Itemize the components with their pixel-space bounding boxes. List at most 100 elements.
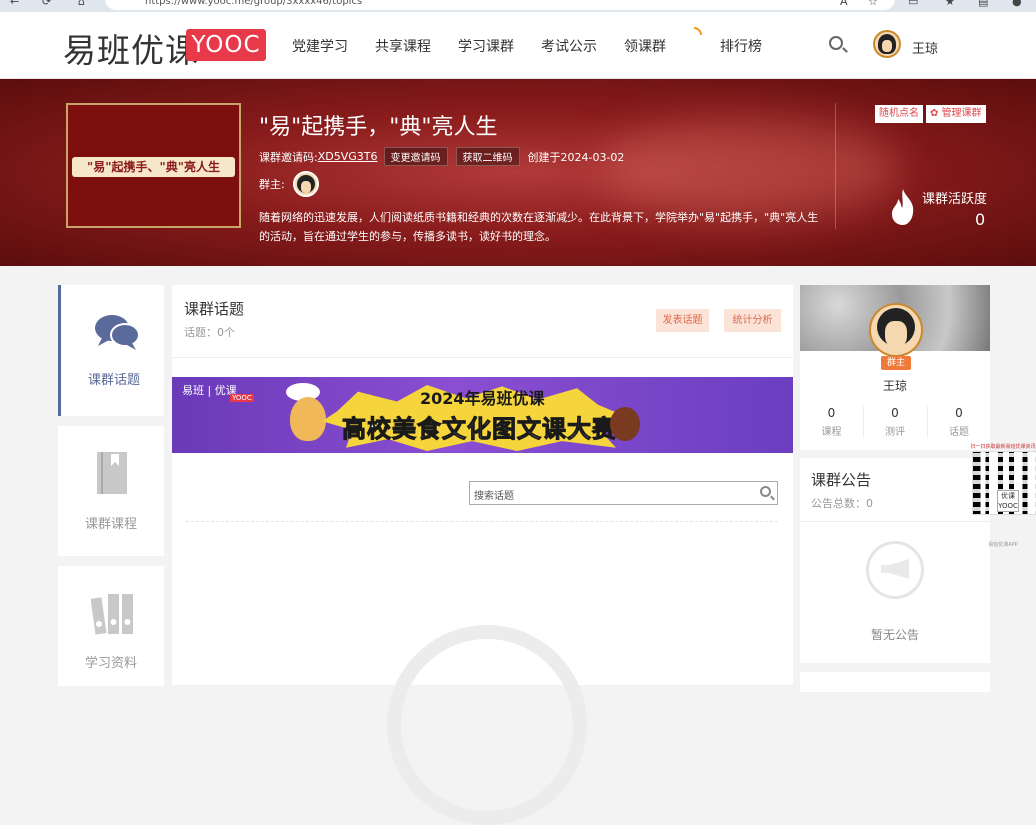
stat-topics[interactable]: 0 话题 xyxy=(927,406,990,438)
avatar[interactable] xyxy=(869,303,923,357)
promo-banner[interactable]: 易班 | 优课 YOOC 2024年易班优课 高校美食文化图文课大赛 xyxy=(172,377,793,453)
invite-code-label: 课群邀请码: xyxy=(259,150,318,164)
next-card xyxy=(800,672,990,692)
group-title: "易"起携手，"典"亮人生 xyxy=(259,115,498,140)
sidebar-item-label: 学习资料 xyxy=(84,656,137,671)
stat-label: 话题 xyxy=(949,427,969,438)
group-description: 随着网络的迅速发展，人们阅读纸质书籍和经典的次数在逐渐减少。在此背景下，学院举办… xyxy=(259,211,819,243)
favorite-icon[interactable]: ☆ xyxy=(868,0,878,8)
announcement-title: 课群公告 xyxy=(811,471,872,489)
menu-item-shared-courses[interactable]: 共享课程 xyxy=(375,36,431,56)
qr-code-image: 优课 YOOC xyxy=(972,451,1036,516)
bear-illustration xyxy=(290,397,326,441)
topic-count: 话题：0个 xyxy=(184,326,235,339)
kid-illustration xyxy=(610,407,640,441)
home-icon[interactable]: ⌂ xyxy=(78,0,85,8)
qr-caption-bottom: 易班优课APP xyxy=(988,542,1018,548)
promo-logo-sub: YOOC xyxy=(230,394,254,402)
menu-item-study-groups[interactable]: 学习课群 xyxy=(458,36,514,56)
profile-name[interactable]: 王琼 xyxy=(800,377,990,394)
group-banner: "易"起携手、"典"亮人生 "易"起携手，"典"亮人生 课群邀请码: XD5VG… xyxy=(0,79,1036,266)
random-roll-call-button[interactable]: 随机点名 xyxy=(875,105,923,123)
sidebar-item-label: 课群课程 xyxy=(84,517,137,532)
avatar[interactable] xyxy=(873,30,901,58)
flame-icon xyxy=(892,189,914,225)
banner-divider xyxy=(835,103,836,229)
browser-toolbar: ← ⟳ ⌂ https://www.yooc.me/group/3xxxx46/… xyxy=(0,0,1036,12)
change-invite-code-button[interactable]: 变更邀请码 xyxy=(383,147,448,166)
announcement-card: 课群公告 公告总数：0 暂无公告 xyxy=(800,458,990,663)
stat-label: 测评 xyxy=(885,427,905,438)
owner-badge: 群主 xyxy=(881,356,911,370)
sidebar-item-courses[interactable]: 课群课程 xyxy=(58,426,164,556)
group-meta: 课群邀请码: XD5VG3T6 变更邀请码 获取二维码 创建于2024-03-0… xyxy=(259,147,624,166)
topics-panel: 课群话题 话题：0个 发表话题 统计分析 易班 | 优课 YOOC 2024年易… xyxy=(172,285,793,825)
search-icon[interactable] xyxy=(829,36,843,50)
header-user-name[interactable]: 王琼 xyxy=(912,38,938,57)
back-icon[interactable]: ← xyxy=(10,0,19,8)
qr-center-logo: 优课 YOOC xyxy=(997,490,1019,512)
page-title: 课群话题 xyxy=(184,300,245,318)
site-logo-text[interactable]: 易班优课 xyxy=(63,24,199,72)
group-cover-text: "易"起携手、"典"亮人生 xyxy=(72,157,235,177)
menu-item-party-study[interactable]: 党建学习 xyxy=(292,36,348,56)
created-date: 创建于2024-03-02 xyxy=(527,150,625,164)
promo-title-line1: 2024年易班优课 xyxy=(420,389,545,408)
menu-item-claim-group[interactable]: 领课群 xyxy=(624,26,702,56)
statistics-button[interactable]: 统计分析 xyxy=(724,309,781,332)
site-logo-badge[interactable]: YOOC xyxy=(186,29,266,61)
announcement-empty-text: 暂无公告 xyxy=(870,628,919,642)
favorites-bar-icon[interactable]: ★ xyxy=(945,0,955,8)
announcement-count: 公告总数：0 xyxy=(811,497,873,510)
binders-icon xyxy=(91,594,133,635)
menu-item-exam-notice[interactable]: 考试公示 xyxy=(541,36,597,56)
divider xyxy=(172,357,793,358)
stat-courses[interactable]: 0 课程 xyxy=(800,406,863,438)
divider xyxy=(186,521,778,522)
stat-value: 0 xyxy=(891,406,899,420)
menu-item-ranking[interactable]: 排行榜 xyxy=(720,36,762,56)
search-icon[interactable] xyxy=(760,486,771,497)
empty-state-icon xyxy=(387,625,587,825)
promo-title-line2: 高校美食文化图文课大赛 xyxy=(342,415,617,444)
get-qr-code-button[interactable]: 获取二维码 xyxy=(455,147,520,166)
reload-icon[interactable]: ⟳ xyxy=(42,0,51,8)
group-cover-image: "易"起携手、"典"亮人生 xyxy=(66,103,241,228)
chat-bubbles-icon xyxy=(95,315,140,350)
promo-logo: 易班 | 优课 xyxy=(182,384,237,397)
address-bar[interactable]: https://www.yooc.me/group/3xxxx46/topics xyxy=(105,0,895,10)
stat-value: 0 xyxy=(955,406,963,420)
search-placeholder: 搜索话题 xyxy=(474,491,514,502)
gear-icon: ✿ xyxy=(930,108,942,119)
activity-label: 课群活跃度 xyxy=(922,192,988,207)
site-header: 易班优课 YOOC 党建学习 共享课程 学习课群 考试公示 领课群 排行榜 王琼 xyxy=(0,12,1036,79)
owner-profile-card: 群主 王琼 0 课程 0 测评 0 话题 xyxy=(800,285,990,450)
search-input[interactable]: 搜索话题 xyxy=(469,481,778,505)
invite-code[interactable]: XD5VG3T6 xyxy=(318,150,378,163)
post-topic-button[interactable]: 发表话题 xyxy=(656,309,709,332)
stat-evaluations[interactable]: 0 测评 xyxy=(863,406,926,438)
profile-icon[interactable]: ● xyxy=(1012,0,1022,8)
manage-group-button[interactable]: ✿ 管理课群 xyxy=(926,105,986,123)
manage-group-label: 管理课群 xyxy=(941,108,982,119)
qr-caption-top: 扫一扫获取最新易班优课资讯 xyxy=(970,444,1036,450)
owner-label: 群主: xyxy=(259,178,285,191)
rss-icon xyxy=(694,26,702,35)
translate-icon[interactable]: A xyxy=(840,0,848,8)
main-menu: 党建学习 共享课程 学习课群 考试公示 领课群 排行榜 xyxy=(292,12,789,79)
divider xyxy=(800,521,990,522)
banner-glow xyxy=(600,119,900,219)
stat-value: 0 xyxy=(827,406,836,420)
book-icon xyxy=(97,452,127,494)
sidebar-item-topics[interactable]: 课群话题 xyxy=(58,285,164,416)
split-screen-icon[interactable]: ▭ xyxy=(908,0,918,8)
activity-value: 0 xyxy=(975,210,986,229)
qr-code-widget[interactable]: 扫一扫获取最新易班优课资讯 优课 YOOC 易班优课APP xyxy=(970,443,1036,548)
sidebar-item-label: 课群话题 xyxy=(87,373,140,388)
owner-avatar[interactable] xyxy=(292,171,319,197)
collections-icon[interactable]: ▤ xyxy=(978,0,988,8)
menu-item-claim-group-label: 领课群 xyxy=(624,38,666,55)
group-owner: 群主: xyxy=(259,171,319,197)
stat-label: 课程 xyxy=(821,427,842,438)
sidebar-item-materials[interactable]: 学习资料 xyxy=(58,566,164,686)
